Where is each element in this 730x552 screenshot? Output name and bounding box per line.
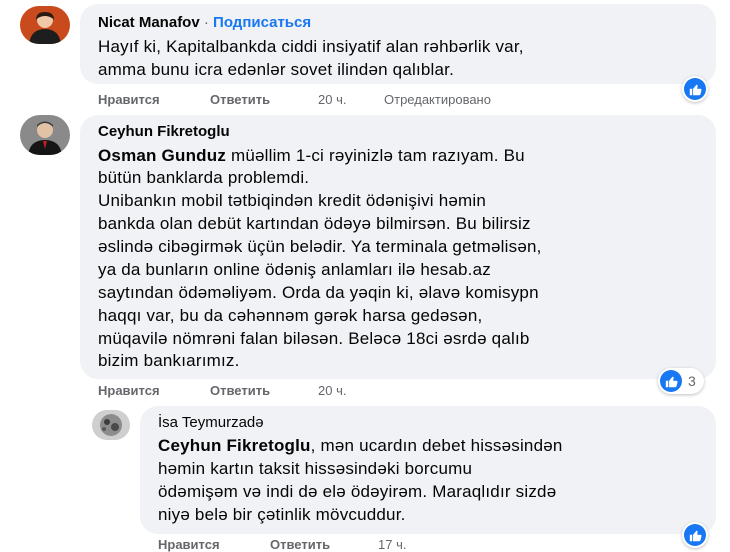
timestamp[interactable]: 20 ч. (318, 383, 346, 398)
comment-text-line: bütün banklarda problemdi. (98, 168, 310, 187)
subscribe-link[interactable]: Подписаться (213, 14, 311, 31)
comment-author: Ceyhun Fikretoglu (98, 123, 230, 140)
comment-text-line: Hayıf ki, Kapitalbankda ciddi insiyatif … (98, 37, 524, 56)
comment-text-line: müqavilə nömrəni falan biləsən. Beləcə 1… (98, 329, 530, 348)
separator-dot: · (203, 14, 209, 31)
reaction-count: 3 (688, 373, 696, 389)
avatar[interactable] (92, 410, 130, 440)
reply-button[interactable]: Ответить (210, 383, 270, 398)
comment-text: müəllim 1-ci rəyinizlə tam razıyam. Bu (226, 146, 525, 165)
reaction-badge[interactable] (682, 522, 708, 548)
profile-photo (20, 6, 70, 44)
comment-text-line: bankda olan debüt kartından ödəyə bilmir… (98, 214, 531, 233)
like-button[interactable]: Нравится (98, 383, 160, 398)
reaction-badge[interactable]: 3 (658, 368, 704, 394)
comment-text-line: saytından ödəməliyəm. Orda da yəqin ki, … (98, 283, 539, 302)
comment-text-line: Unibankın mobil tətbiqindən kredit ödəni… (98, 191, 486, 210)
profile-photo (20, 115, 70, 155)
thumbs-up-icon (684, 524, 706, 546)
comment-text-line: əslində cibəgirmək üçün belədir. Ya term… (98, 237, 542, 256)
comment-text-line: haqqı var, bu da cəhənnəm gərək harsa ge… (98, 306, 483, 325)
comment-text-line: bizim bankıarımız. (98, 351, 240, 370)
comment-author: İsa Teymurzadə (158, 414, 264, 431)
author-name[interactable]: Nicat Manafov (98, 14, 200, 31)
comment-text-line: ödəmişəm və indi də elə ödəyirəm. Maraql… (158, 482, 557, 501)
thumbs-up-icon (684, 78, 706, 100)
mention-link[interactable]: Ceyhun Fikretoglu (158, 436, 311, 455)
avatar[interactable] (20, 115, 70, 155)
comment-author: Nicat Manafov · Подписаться (98, 14, 311, 31)
author-name[interactable]: Ceyhun Fikretoglu (98, 123, 230, 140)
like-button[interactable]: Нравится (98, 92, 160, 107)
reaction-badge[interactable] (682, 76, 708, 102)
timestamp[interactable]: 20 ч. (318, 92, 346, 107)
mention-link[interactable]: Osman Gunduz (98, 146, 226, 165)
comment-text-line: Osman Gunduz müəllim 1-ci rəyinizlə tam … (98, 145, 525, 167)
comment-text-line: həmin kartın taksit hissəsindəki borcumu (158, 459, 473, 478)
reply-button[interactable]: Ответить (210, 92, 270, 107)
author-name[interactable]: İsa Teymurzadə (158, 414, 264, 431)
comment-text-line: niyə belə bir çətinlik mövcuddur. (158, 505, 406, 524)
avatar[interactable] (20, 6, 70, 44)
thumbs-up-icon (660, 370, 682, 392)
edited-label: Отредактировано (384, 92, 491, 107)
comment-text-line: ya da bunların online ödəniş anlamları i… (98, 260, 491, 279)
profile-photo (92, 410, 130, 440)
comment-text: , mən ucardın debet hissəsindən (310, 436, 563, 455)
comment-text-line: amma bunu icra edənlər sovet ilindən qal… (98, 60, 455, 79)
comment-text-line: Ceyhun Fikretoglu, mən ucardın debet his… (158, 435, 563, 457)
